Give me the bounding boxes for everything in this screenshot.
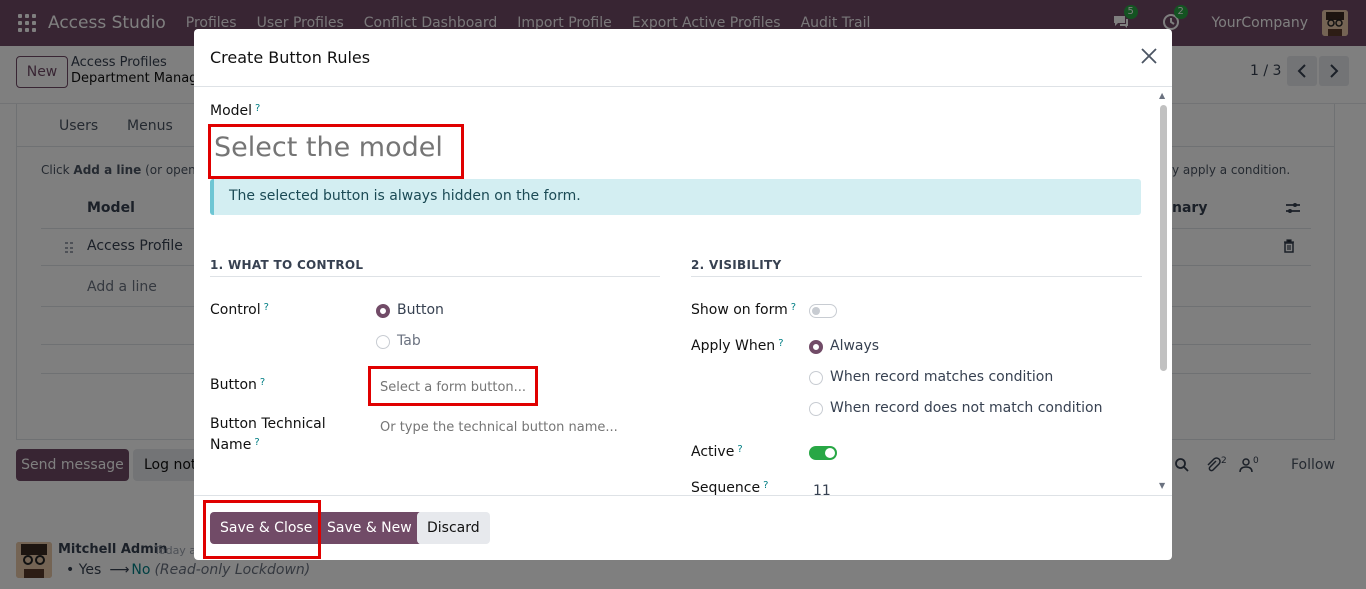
highlight-save-close-box xyxy=(203,500,321,559)
section-divider xyxy=(210,276,660,277)
button-technical-name-label: Button Technical xyxy=(210,416,326,432)
help-icon[interactable]: ? xyxy=(260,377,265,388)
control-radio-button[interactable] xyxy=(376,304,390,318)
apply-when-radio-not-matches[interactable] xyxy=(809,402,823,416)
help-icon[interactable]: ? xyxy=(254,437,259,448)
help-icon[interactable]: ? xyxy=(763,480,768,491)
info-alert: The selected button is always hidden on … xyxy=(210,179,1141,215)
section-divider xyxy=(691,276,1142,277)
highlight-button-box xyxy=(368,366,538,406)
section-what-to-control: 1. WHAT TO CONTROL xyxy=(210,258,364,272)
button-technical-name-input[interactable] xyxy=(380,418,640,436)
active-label: Active? xyxy=(691,444,743,460)
modal-footer: Save & Close Save & New Discard xyxy=(194,495,1172,560)
active-toggle[interactable] xyxy=(809,446,837,460)
help-icon[interactable]: ? xyxy=(737,444,742,455)
create-button-rules-dialog: Create Button Rules Model? The selected … xyxy=(194,29,1172,560)
close-icon[interactable] xyxy=(1139,46,1159,66)
help-icon[interactable]: ? xyxy=(264,302,269,313)
scroll-down-icon[interactable]: ▼ xyxy=(1159,481,1165,490)
scrollbar-thumb[interactable] xyxy=(1160,105,1167,371)
apply-when-option-matches[interactable]: When record matches condition xyxy=(830,369,1053,385)
control-option-tab[interactable]: Tab xyxy=(397,333,421,349)
discard-button[interactable]: Discard xyxy=(417,512,490,544)
scroll-up-icon[interactable]: ▲ xyxy=(1159,91,1165,100)
apply-when-label: Apply When? xyxy=(691,338,784,354)
control-option-button[interactable]: Button xyxy=(397,302,444,318)
apply-when-radio-always[interactable] xyxy=(809,340,823,354)
help-icon[interactable]: ? xyxy=(255,103,260,114)
button-label: Button? xyxy=(210,377,266,393)
show-on-form-toggle[interactable] xyxy=(809,304,837,318)
button-technical-name-label-2: Name? xyxy=(210,437,260,453)
help-icon[interactable]: ? xyxy=(791,302,796,313)
modal-header: Create Button Rules xyxy=(194,29,1172,87)
save-new-button[interactable]: Save & New xyxy=(317,512,422,544)
modal-title: Create Button Rules xyxy=(210,48,371,67)
control-label: Control? xyxy=(210,302,269,318)
help-icon[interactable]: ? xyxy=(778,338,783,349)
show-on-form-label: Show on form? xyxy=(691,302,797,318)
apply-when-option-not-matches[interactable]: When record does not match condition xyxy=(830,400,1102,416)
alert-text: The selected button is always hidden on … xyxy=(229,188,581,204)
model-label: Model? xyxy=(210,103,261,119)
highlight-model-box xyxy=(208,124,464,179)
apply-when-radio-matches[interactable] xyxy=(809,371,823,385)
modal-body: Model? The selected button is always hid… xyxy=(194,87,1172,495)
sequence-value[interactable]: 11 xyxy=(813,483,831,495)
section-visibility: 2. VISIBILITY xyxy=(691,258,782,272)
sequence-label: Sequence? xyxy=(691,480,769,495)
control-radio-tab[interactable] xyxy=(376,335,390,349)
apply-when-option-always[interactable]: Always xyxy=(830,338,879,354)
